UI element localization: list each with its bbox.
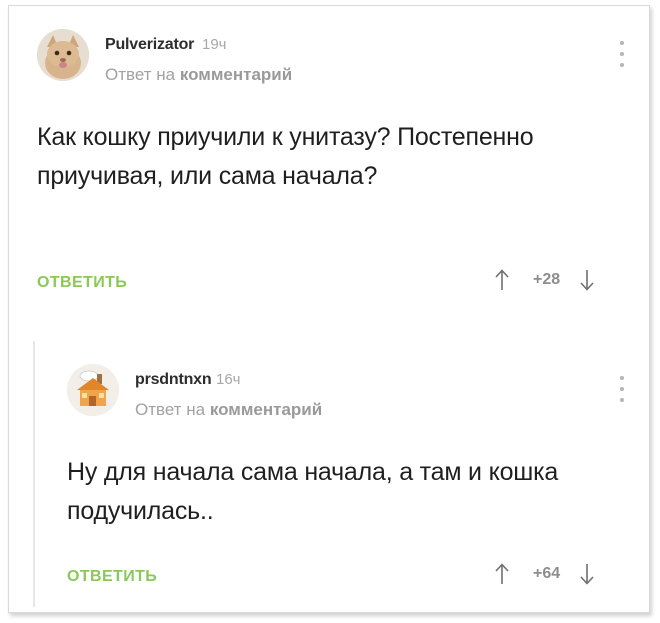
reply-to-link[interactable]: комментарий bbox=[210, 400, 322, 419]
reply-to-link[interactable]: комментарий bbox=[180, 65, 292, 84]
comment: Pulverizator 19ч Ответ на комментарий Ка… bbox=[9, 6, 649, 326]
avatar[interactable] bbox=[67, 364, 119, 416]
reply-button[interactable]: ОТВЕТИТЬ bbox=[37, 274, 127, 292]
vote-controls: +64 bbox=[493, 562, 596, 586]
comment: prsdntnxn 16ч Ответ на комментарий Ну дл… bbox=[9, 336, 649, 612]
upvote-arrow-icon[interactable] bbox=[493, 562, 511, 586]
comment-text: Ну для начала сама начала, а там и кошка… bbox=[67, 458, 559, 525]
upvote-arrow-icon[interactable] bbox=[493, 268, 511, 292]
comments-panel: Pulverizator 19ч Ответ на комментарий Ка… bbox=[8, 5, 650, 613]
comment-time: 19ч bbox=[202, 36, 227, 53]
reply-button[interactable]: ОТВЕТИТЬ bbox=[67, 568, 157, 586]
comment-time: 16ч bbox=[216, 371, 241, 388]
downvote-arrow-icon[interactable] bbox=[578, 562, 596, 586]
comment-score: +64 bbox=[533, 565, 561, 582]
more-options-icon[interactable] bbox=[618, 41, 626, 67]
reply-to-line: Ответ на комментарий bbox=[105, 65, 292, 85]
downvote-arrow-icon[interactable] bbox=[578, 268, 596, 292]
comment-score: +28 bbox=[533, 271, 561, 288]
username[interactable]: prsdntnxn bbox=[135, 371, 212, 389]
more-options-icon[interactable] bbox=[618, 376, 626, 402]
reply-to-line: Ответ на комментарий bbox=[135, 400, 322, 420]
cat-avatar-icon bbox=[37, 29, 89, 81]
reply-to-prefix: Ответ на bbox=[135, 400, 206, 419]
comment-text: Как кошку приучили к унитазу? Постепенно… bbox=[37, 123, 534, 190]
cottage-avatar-icon bbox=[67, 364, 119, 416]
reply-to-prefix: Ответ на bbox=[105, 65, 176, 84]
avatar[interactable] bbox=[37, 29, 89, 81]
username[interactable]: Pulverizator bbox=[105, 36, 194, 54]
vote-controls: +28 bbox=[493, 268, 596, 292]
